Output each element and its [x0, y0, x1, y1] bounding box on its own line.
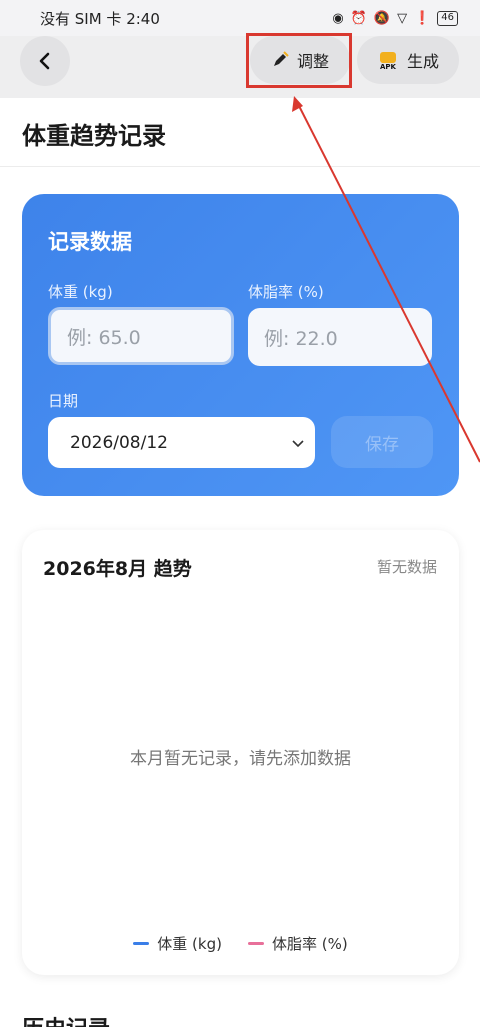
- weight-placeholder: 例: 65.0: [67, 326, 141, 349]
- chevron-left-icon: [39, 52, 50, 70]
- apk-icon: APK: [379, 52, 397, 71]
- date-picker[interactable]: 2026/08/12: [48, 417, 315, 468]
- bodyfat-label: 体脂率 (%): [248, 283, 324, 301]
- battery-icon: 46: [437, 10, 458, 26]
- trend-title: 2026年8月 趋势: [43, 558, 192, 580]
- page-title: 体重趋势记录: [22, 122, 166, 150]
- carrier-time: 没有 SIM 卡 2:40: [40, 9, 160, 28]
- generate-label: 生成: [406, 52, 439, 71]
- record-card: 记录数据 体重 (kg) 例: 65.0 体脂率 (%) 例: 22.0 日期 …: [22, 194, 459, 496]
- empty-message: 本月暂无记录，请先添加数据: [130, 749, 351, 769]
- date-label: 日期: [48, 392, 79, 410]
- wifi-icon: ▽: [397, 10, 408, 26]
- status-icons: ◉ ⏰ 🔕 ▽ ❗ 46: [332, 10, 458, 26]
- svg-text:APK: APK: [380, 63, 397, 71]
- weight-label: 体重 (kg): [48, 283, 113, 301]
- chart-legend: 体重 (kg) 体脂率 (%): [22, 933, 459, 954]
- mute-icon: 🔕: [373, 10, 391, 26]
- back-button[interactable]: [20, 36, 70, 86]
- eye-icon: ◉: [332, 10, 344, 26]
- trend-card: 2026年8月 趋势 暂无数据 本月暂无记录，请先添加数据 体重 (kg) 体脂…: [22, 530, 459, 975]
- bodyfat-input[interactable]: 例: 22.0: [248, 308, 432, 366]
- weight-input[interactable]: 例: 65.0: [48, 307, 234, 365]
- legend-swatch-bodyfat: [247, 942, 264, 945]
- status-bar: 没有 SIM 卡 2:40 ◉ ⏰ 🔕 ▽ ❗ 46: [0, 0, 480, 36]
- bodyfat-placeholder: 例: 22.0: [264, 327, 338, 350]
- legend-item-bodyfat: 体脂率 (%): [247, 933, 348, 954]
- legend-swatch-weight: [133, 942, 150, 945]
- top-toolbar: 调整 APK 生成: [0, 36, 480, 98]
- legend-item-weight: 体重 (kg): [133, 933, 222, 954]
- annotation-highlight-box: [246, 33, 352, 88]
- chevron-down-icon: [292, 439, 304, 447]
- record-card-title: 记录数据: [48, 230, 132, 254]
- legend-label-weight: 体重 (kg): [157, 935, 222, 953]
- alarm-icon: ⏰: [350, 10, 367, 26]
- generate-button[interactable]: APK 生成: [357, 36, 459, 84]
- legend-label-bodyfat: 体脂率 (%): [271, 935, 348, 953]
- save-button[interactable]: 保存: [331, 416, 433, 468]
- trend-status: 暂无数据: [376, 558, 437, 576]
- history-title: 历史记录: [22, 1011, 110, 1027]
- main-content: 体重趋势记录 记录数据 体重 (kg) 例: 65.0 体脂率 (%) 例: 2…: [0, 98, 480, 1027]
- alert-icon: ❗: [414, 10, 431, 26]
- divider: [0, 166, 480, 167]
- date-value: 2026/08/12: [70, 432, 168, 453]
